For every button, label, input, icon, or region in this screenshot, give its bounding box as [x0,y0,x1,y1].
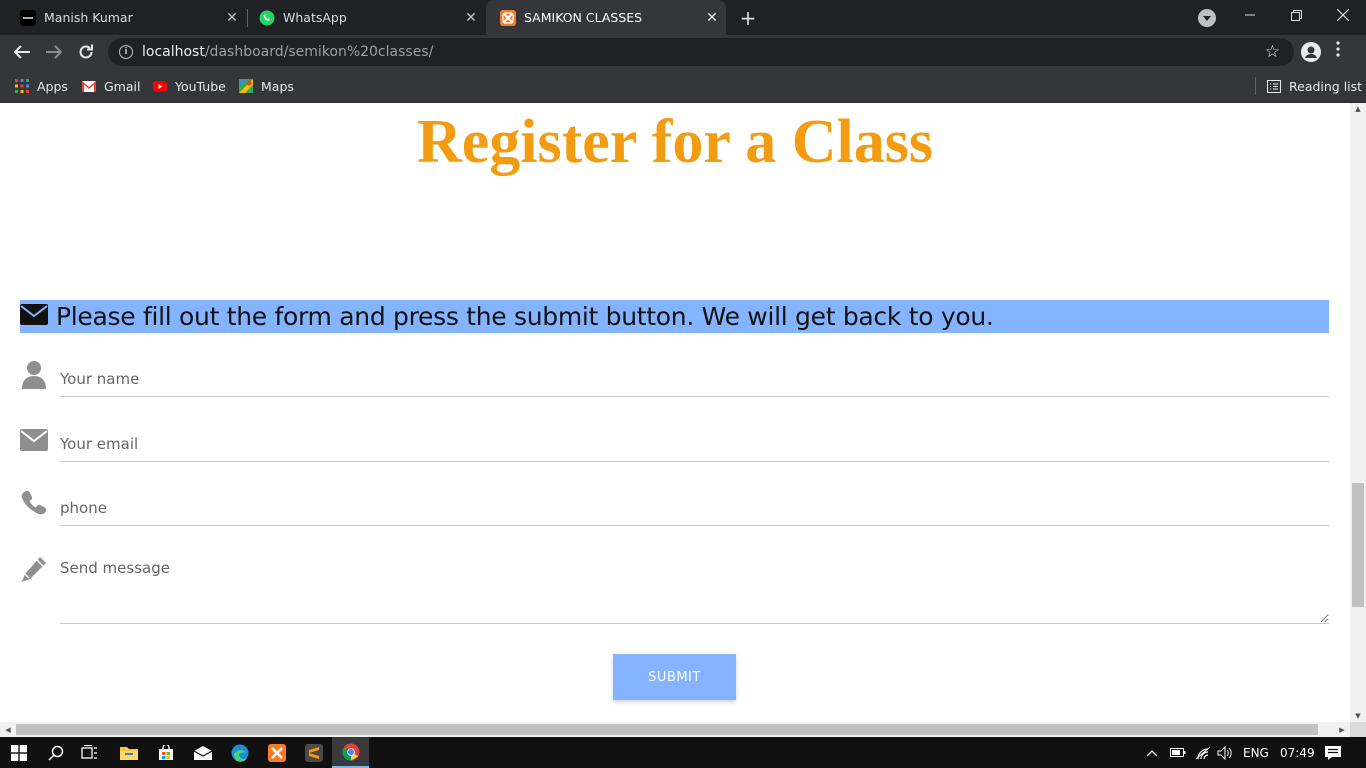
bookmark-youtube[interactable]: YouTube [153,76,226,96]
tab-whatsapp[interactable]: WhatsApp ✕ [239,0,485,35]
notifications-icon[interactable] [1324,737,1342,768]
menu-icon[interactable] [1336,41,1340,57]
language-indicator[interactable]: ENG [1243,737,1269,768]
chrome-icon[interactable] [332,737,369,768]
phone-row [20,489,1329,529]
reading-list-label: Reading list [1289,78,1363,94]
tab-strip: Manish Kumar ✕ WhatsApp ✕ SAMIKON CLASSE… [0,0,1366,35]
envelope-icon [20,425,48,455]
bookmark-label: Gmail [104,78,141,94]
scroll-down-arrow-icon[interactable]: ▼ [1350,710,1366,722]
scrollbar-corner [1350,722,1366,737]
page-title: Register for a Class [416,108,933,176]
tab-title: SAMIKON CLASSES [524,10,643,25]
bookmarks-separator [1255,77,1256,95]
maps-icon [239,79,253,93]
tab-title: WhatsApp [283,10,347,25]
show-hidden-icons-icon[interactable] [1146,737,1158,768]
back-icon[interactable] [10,40,34,64]
windows-taskbar: ENG 07:49 [0,737,1366,768]
tab-manish-kumar[interactable]: Manish Kumar ✕ [0,0,246,35]
banner-text: Please fill out the form and press the s… [56,302,994,331]
vertical-scrollbar[interactable]: ▲ ▼ [1350,103,1366,722]
bookmark-maps[interactable]: Maps [239,76,294,96]
name-row [20,360,1329,400]
phone-input[interactable] [60,490,1329,526]
forward-icon[interactable] [42,40,66,64]
email-row [20,425,1329,465]
address-bar[interactable]: i localhost/dashboard/semikon%20classes/… [108,38,1294,66]
horizontal-scroll-thumb[interactable] [16,724,1318,735]
site-info-icon[interactable]: i [119,45,133,59]
reload-icon[interactable] [74,40,98,64]
task-view-icon[interactable] [71,737,108,768]
tab-samikon-classes[interactable]: SAMIKON CLASSES ✕ [486,0,726,35]
browser-toolbar: i localhost/dashboard/semikon%20classes/… [0,35,1366,69]
close-window-icon[interactable] [1320,0,1366,30]
profile-icon[interactable] [1301,42,1321,62]
page-icon [20,9,36,26]
apps-grid-icon [15,79,29,93]
scroll-left-arrow-icon[interactable]: ◀ [0,722,16,737]
bookmark-label: Apps [37,78,68,94]
sublime-text-icon[interactable] [295,737,332,768]
bookmark-apps[interactable]: Apps [15,76,68,96]
battery-icon[interactable] [1170,737,1186,768]
tab-search-icon[interactable] [1198,9,1216,27]
user-icon [20,360,48,390]
file-explorer-icon[interactable] [110,737,147,768]
close-tab-icon[interactable]: ✕ [702,8,722,28]
url-text: localhost/dashboard/semikon%20classes/ [142,44,434,60]
gmail-icon [82,79,96,93]
bookmark-star-icon[interactable]: ☆ [1265,42,1280,62]
vertical-scroll-thumb[interactable] [1352,483,1364,607]
bookmarks-bar: Apps Gmail YouTube Maps Reading list [0,69,1366,103]
new-tab-icon[interactable]: + [736,6,760,30]
windows-start-icon[interactable] [0,737,37,768]
search-icon[interactable] [37,737,74,768]
message-textarea[interactable] [60,554,1329,624]
reading-list-button[interactable]: Reading list [1267,76,1362,96]
reading-list-icon [1267,79,1281,93]
whatsapp-icon [259,10,275,26]
store-icon[interactable] [147,737,184,768]
bookmark-gmail[interactable]: Gmail [82,76,140,96]
horizontal-scrollbar[interactable]: ◀ ▶ [0,722,1350,737]
scroll-right-arrow-icon[interactable]: ▶ [1334,722,1350,737]
scroll-up-arrow-icon[interactable]: ▲ [1350,103,1366,115]
pencil-icon [20,554,48,584]
form-instructions-banner: Please fill out the form and press the s… [20,300,1329,333]
bookmark-label: YouTube [175,78,226,94]
submit-button[interactable]: SUBMIT [613,654,736,700]
edge-icon[interactable] [221,737,258,768]
wifi-icon[interactable] [1195,737,1211,768]
phone-icon [20,489,48,519]
xampp-taskbar-icon[interactable] [258,737,295,768]
email-input[interactable] [60,426,1329,462]
minimize-icon[interactable] [1227,0,1273,30]
message-row [20,554,1329,624]
envelope-icon [20,304,48,329]
mail-icon[interactable] [184,737,221,768]
xampp-icon [500,9,516,26]
name-input[interactable] [60,361,1329,397]
clock[interactable]: 07:49 [1280,737,1315,768]
bookmark-label: Maps [261,78,294,94]
tab-title: Manish Kumar [44,10,133,25]
volume-icon[interactable] [1217,737,1233,768]
restore-icon[interactable] [1273,0,1319,30]
close-tab-icon[interactable]: ✕ [461,8,481,28]
youtube-icon [153,79,167,93]
page-content: Register for a Class Please fill out the… [0,103,1350,722]
